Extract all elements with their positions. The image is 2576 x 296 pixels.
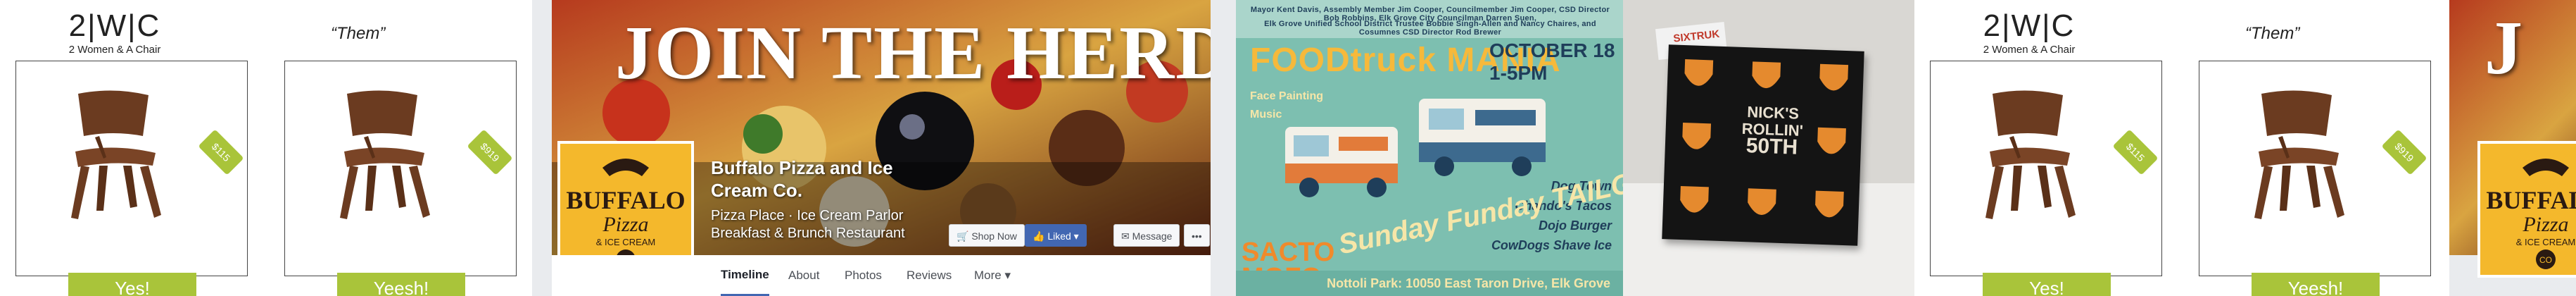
chair-image: [1985, 90, 2076, 219]
tongue-icon: [1684, 59, 1714, 86]
price-tag: $919: [2381, 129, 2427, 175]
yeesh-button[interactable]: Yeesh!: [2252, 273, 2380, 296]
yeesh-button[interactable]: Yeesh!: [337, 273, 465, 296]
poster-footer-address: Nottoli Park: 10050 East Taron Drive, El…: [1236, 271, 1623, 296]
product-card-them[interactable]: $919 Yeesh!: [2199, 61, 2431, 296]
food-truck-poster: Mayor Kent Davis, Assembly Member Jim Co…: [1236, 0, 1623, 296]
shop-now-label: Shop Now: [971, 230, 1017, 242]
price-tag: $115: [2112, 129, 2159, 175]
yes-button[interactable]: Yes!: [1983, 273, 2111, 296]
card-caption: NICK'S ROLLIN' 50TH: [1741, 103, 1805, 159]
truck-left: [1285, 127, 1398, 197]
tab-about[interactable]: About: [788, 255, 819, 296]
buffalo-logo: BUFFALO Pizza & ICE CREAM CO: [2486, 159, 2576, 269]
logo-line-4: CO: [2539, 255, 2552, 265]
message-label: Message: [1132, 230, 1173, 242]
partial-profile-picture[interactable]: BUFFALO Pizza & ICE CREAM CO: [2477, 141, 2576, 278]
category-line-1: Pizza Place · Ice Cream Parlor: [711, 208, 904, 223]
tab-timeline[interactable]: Timeline: [721, 255, 769, 296]
tongue-icon: [1680, 185, 1709, 213]
vendor-4: CowDogs Shave Ice: [1491, 238, 1612, 252]
food-trucks-illustration: [1285, 99, 1546, 197]
message-icon: ✉: [1121, 230, 1132, 242]
product-card-them[interactable]: $919 Yeesh!: [284, 61, 517, 296]
music-label: Music: [1250, 109, 1282, 121]
poster-date: OCTOBER 18 1-5PM: [1489, 39, 1615, 84]
tongue-card: NICK'S ROLLIN' 50TH: [1662, 44, 1864, 246]
liked-label: Liked ▾: [1047, 230, 1079, 242]
sacto-line-1: SACTO: [1242, 238, 1335, 267]
logo-tagline: 2 Women & A Chair: [68, 44, 161, 56]
logo-mark: 2|W|C: [68, 8, 161, 43]
facebook-page-panel: JOIN THE HERD BUFFALO Pizza & ICE CREAM …: [532, 0, 1236, 296]
brand-logo: 2|W|C 2 Women & A Chair: [1969, 10, 2089, 56]
brand-logo: 2|W|C 2 Women & A Chair: [55, 10, 175, 56]
tab-photos[interactable]: Photos: [845, 255, 882, 296]
logo-line-3: & ICE CREAM: [596, 237, 656, 247]
tongue-icon: [1682, 123, 1712, 149]
tab-more[interactable]: More ▾: [974, 255, 1011, 296]
logo-line-1: BUFFALO: [566, 186, 685, 214]
comparison-panel-1: 2|W|C 2 Women & A Chair “Them” $115 Yes!…: [0, 0, 532, 296]
chair-image: [2254, 90, 2344, 219]
logo-tagline: 2 Women & A Chair: [1983, 44, 2076, 56]
partial-headline: J: [2485, 6, 2523, 90]
thumbs-up-icon: 👍: [1033, 230, 1048, 242]
chair-image: [340, 90, 430, 219]
more-options-button[interactable]: •••: [1184, 224, 1210, 247]
liked-button[interactable]: 👍 Liked ▾: [1025, 224, 1087, 247]
page-tabs: Timeline About Photos Reviews More ▾: [552, 255, 1211, 296]
them-label: “Them”: [2245, 24, 2300, 43]
tongue-icon: [1748, 188, 1776, 215]
logo-line-2: Pizza: [2522, 213, 2568, 236]
tongue-icon: [1815, 190, 1844, 218]
tongue-icon: [1817, 127, 1846, 154]
product-card-ours[interactable]: $115 Yes!: [15, 61, 248, 296]
category-line-2: Breakfast & Brunch Restaurant: [711, 226, 905, 241]
shop-icon: 🛒: [956, 230, 972, 242]
logo-mark: 2|W|C: [1983, 8, 2076, 43]
cover-headline: JOIN THE HERD: [615, 11, 1211, 95]
tab-reviews[interactable]: Reviews: [907, 255, 952, 296]
shop-now-button[interactable]: 🛒 Shop Now: [949, 224, 1025, 247]
facebook-page-partial: J BUFFALO Pizza & ICE CREAM CO: [2449, 0, 2576, 296]
message-button[interactable]: ✉ Message: [1113, 224, 1180, 247]
tongue-card-photo: SIXTRUK NICK'S ROLLIN' 50TH: [1623, 0, 1914, 296]
logo-line-2: Pizza: [602, 213, 648, 236]
truck-right: [1419, 99, 1546, 176]
comparison-panel-2: 2|W|C 2 Women & A Chair “Them” $115 Yes!…: [1914, 0, 2449, 296]
tongue-icon: [1752, 61, 1781, 88]
vendor-3: Dojo Burger: [1538, 218, 1612, 233]
chair-image: [71, 90, 161, 219]
page-name[interactable]: Buffalo Pizza and Ice Cream Co.: [711, 156, 936, 202]
yes-button[interactable]: Yes!: [68, 273, 196, 296]
them-label: “Them”: [331, 24, 386, 43]
logo-line-3: & ICE CREAM: [2516, 237, 2576, 247]
poster-credits-2: Elk Grove Unified School District Truste…: [1264, 20, 1596, 37]
price-tag: $115: [198, 129, 244, 175]
product-card-ours[interactable]: $115 Yes!: [1930, 61, 2162, 296]
box-brand: SIXTRUK: [1672, 27, 1720, 45]
price-tag: $919: [467, 129, 513, 175]
caption-line-3: 50TH: [1745, 134, 1798, 159]
logo-line-1: BUFFALO: [2486, 186, 2576, 214]
tongue-icon: [1819, 63, 1849, 91]
page-category: Pizza Place · Ice Cream Parlor Breakfast…: [711, 207, 905, 242]
